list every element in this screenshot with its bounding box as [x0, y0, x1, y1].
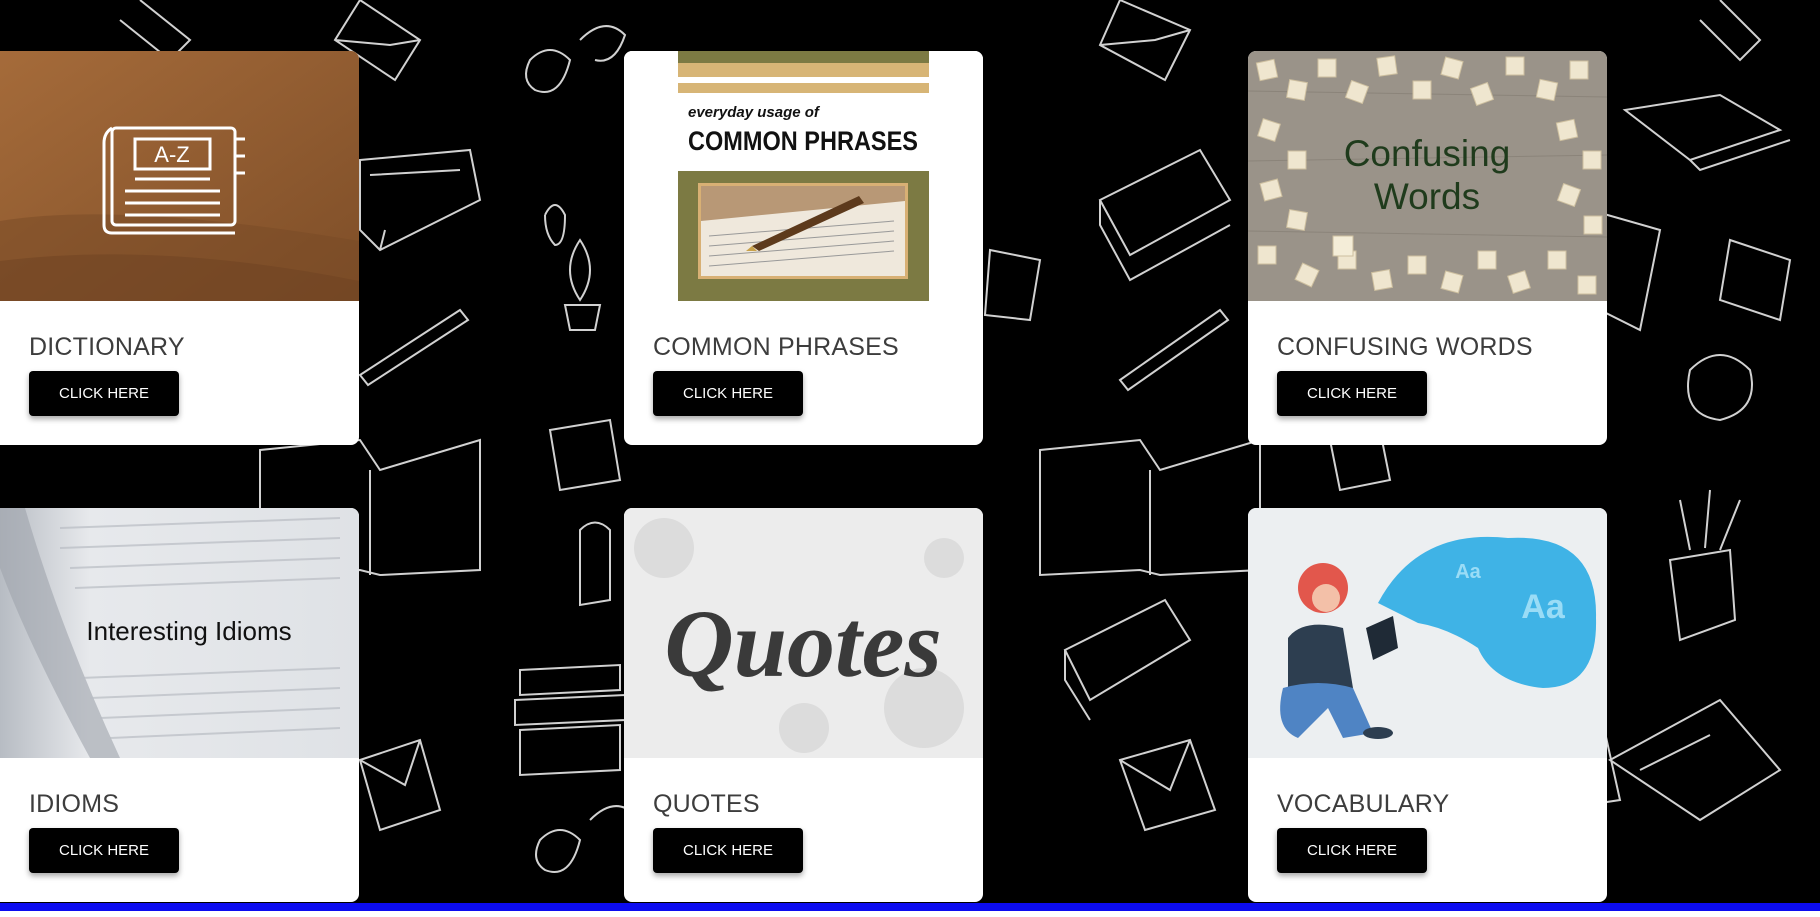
card-title: DICTIONARY [29, 333, 185, 361]
card-quotes: Quotes QUOTES CLICK HERE [624, 508, 983, 902]
card-dictionary: A-Z DICTIONARY CLICK HERE [0, 51, 359, 445]
svg-text:COMMON PHRASES: COMMON PHRASES [688, 126, 918, 156]
bottom-bar [0, 903, 1820, 917]
click-here-button[interactable]: CLICK HERE [653, 371, 803, 416]
svg-text:everyday usage of: everyday usage of [688, 104, 821, 121]
click-here-button[interactable]: CLICK HERE [1277, 371, 1427, 416]
svg-text:Confusing: Confusing [1344, 133, 1511, 174]
card-idioms: Interesting Idioms IDIOMS CLICK HERE [0, 508, 359, 902]
quotes-image: Quotes [624, 508, 983, 758]
common-phrases-image: everyday usage of COMMON PHRASES [624, 51, 983, 301]
click-here-button[interactable]: CLICK HERE [29, 371, 179, 416]
confusing-words-image: Confusing Words [1248, 51, 1607, 301]
click-here-button[interactable]: CLICK HERE [29, 828, 179, 873]
card-title: VOCABULARY [1277, 790, 1450, 818]
card-title: QUOTES [653, 790, 760, 818]
dictionary-image: A-Z [0, 51, 359, 301]
category-grid: A-Z DICTIONARY CLICK HERE everyday usage… [0, 51, 1607, 902]
card-common-phrases: everyday usage of COMMON PHRASES COMMON … [624, 51, 983, 445]
card-confusing-words: Confusing Words CONFUSING WORDS CLICK HE… [1248, 51, 1607, 445]
click-here-button[interactable]: CLICK HERE [1277, 828, 1427, 873]
idioms-image: Interesting Idioms [0, 508, 359, 758]
card-title: COMMON PHRASES [653, 333, 899, 361]
card-title: IDIOMS [29, 790, 120, 818]
svg-text:Interesting Idioms: Interesting Idioms [86, 616, 291, 646]
svg-text:Aa: Aa [1455, 561, 1481, 583]
click-here-button[interactable]: CLICK HERE [653, 828, 803, 873]
svg-text:A-Z: A-Z [154, 142, 189, 167]
card-vocabulary: Aa Aa VOCABULARY CLICK HERE [1248, 508, 1607, 902]
svg-text:Quotes: Quotes [664, 590, 941, 697]
svg-text:Aa: Aa [1521, 588, 1566, 626]
card-title: CONFUSING WORDS [1277, 333, 1533, 361]
vocabulary-image: Aa Aa [1248, 508, 1607, 758]
svg-text:Words: Words [1374, 176, 1480, 217]
